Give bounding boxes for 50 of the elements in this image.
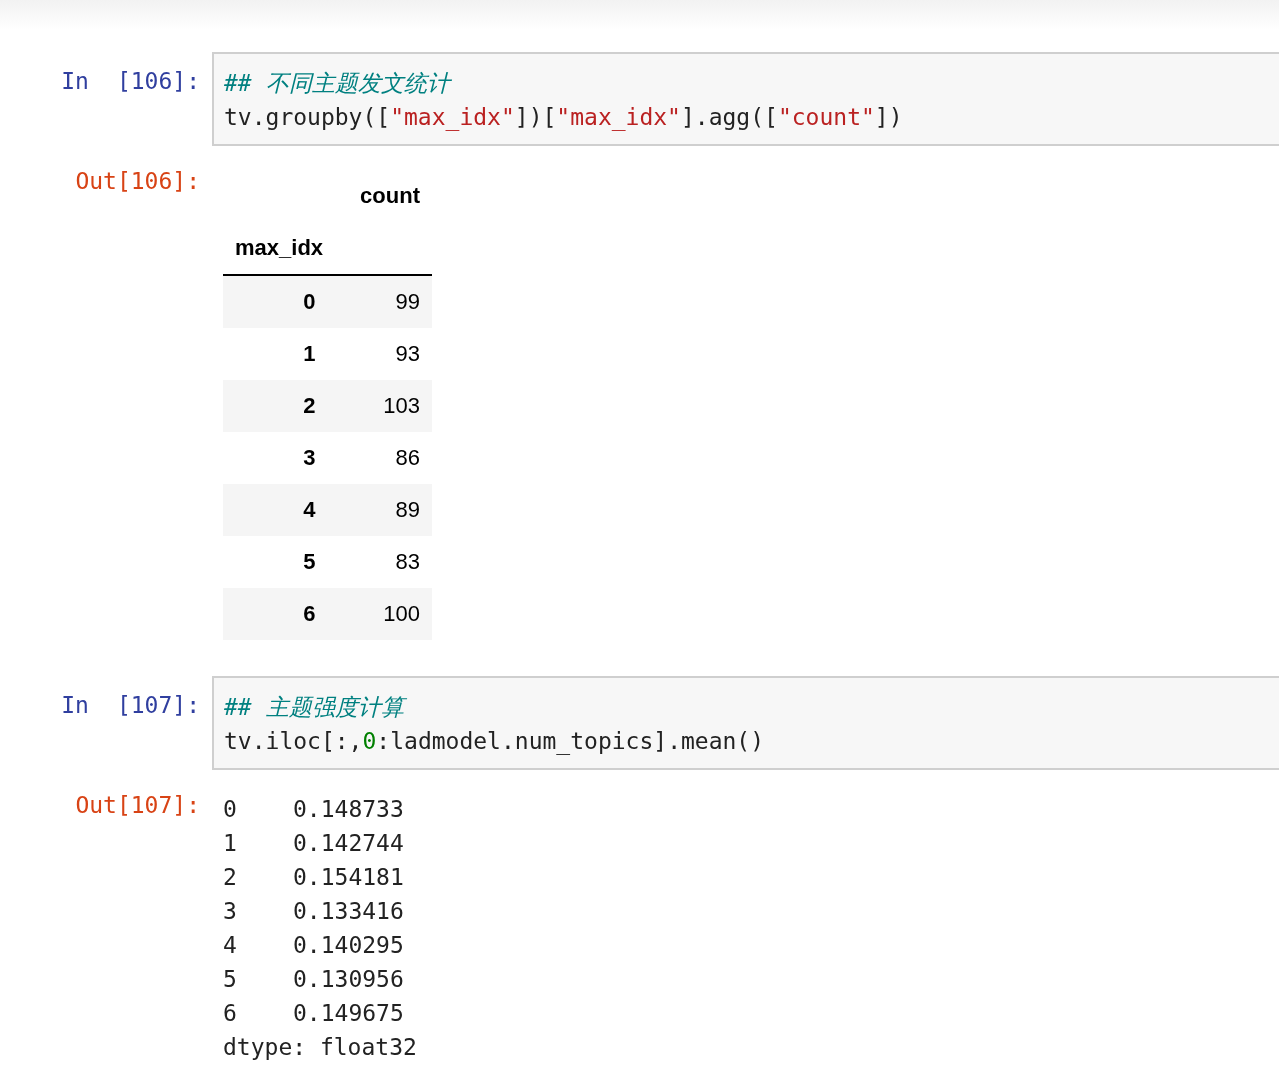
- series-index: 2: [223, 863, 238, 892]
- index-cell-text: 4: [302, 497, 317, 523]
- code-text: :ladmodel.num_topics].mean(): [376, 728, 765, 754]
- code-cell[interactable]: ## 主题强度计算 tv.iloc[:,0:ladmodel.num_topics].mean(): [212, 676, 1279, 770]
- series-index: 1: [223, 829, 238, 858]
- code-text: ].agg([: [680, 104, 778, 130]
- output-prompt: Out[107]:: [75, 792, 200, 818]
- table-cell-text: 83: [394, 549, 421, 575]
- table-cell-text: 86: [394, 445, 421, 471]
- series-index: 5: [223, 965, 238, 994]
- table-cell-text: 103: [382, 393, 421, 419]
- index-cell-text: 0: [302, 289, 317, 315]
- index-cell-text: 3: [302, 445, 317, 471]
- series-index: 3: [223, 897, 238, 926]
- code-text: ])[: [514, 104, 557, 130]
- table-cell-text: 99: [394, 289, 421, 315]
- index-cell-text: 1: [302, 341, 317, 367]
- index-header: max_idx: [234, 235, 325, 261]
- code-comment: ## 不同主题发文统计: [224, 70, 450, 96]
- string-literal: "max_idx": [556, 104, 681, 130]
- execution-count: [106]:: [116, 68, 200, 96]
- index-cell-text: 2: [302, 393, 317, 419]
- number-literal: 0: [362, 728, 377, 754]
- index-cell-text: 6: [302, 601, 317, 627]
- string-literal: "max_idx": [390, 104, 515, 130]
- code-text: ]): [874, 104, 903, 130]
- execution-count: [107]:: [116, 692, 200, 720]
- index-cell-text: 5: [302, 549, 317, 575]
- series-index: 6: [223, 999, 238, 1028]
- series-index: 0: [223, 795, 238, 824]
- string-literal: "count": [777, 104, 875, 130]
- table-cell-text: 89: [394, 497, 421, 523]
- code-text: tv.iloc[:,: [224, 728, 363, 754]
- table-cell-text: 100: [382, 601, 421, 627]
- series-value: 0.148733: [293, 795, 404, 824]
- series-value: 0.140295: [293, 931, 404, 960]
- series-index: 4: [223, 931, 238, 960]
- prompt-label: In: [61, 68, 89, 96]
- series-value: 0.142744: [293, 829, 404, 858]
- series-value: 0.149675: [293, 999, 404, 1028]
- series-value: 0.130956: [293, 965, 404, 994]
- dtype-text: dtype: float32: [223, 1033, 417, 1062]
- series-value: 0.154181: [293, 863, 404, 892]
- table-cell-text: 93: [394, 341, 421, 367]
- output-prompt: Out[106]:: [75, 168, 200, 194]
- prompt-label: In: [61, 692, 89, 720]
- series-value: 0.133416: [293, 897, 404, 926]
- code-cell[interactable]: ## 不同主题发文统计 tv.groupby(["max_idx"])["max_idx"].agg(["count"]): [212, 52, 1279, 146]
- column-header: count: [359, 183, 421, 209]
- code-text: tv.groupby([: [224, 104, 391, 130]
